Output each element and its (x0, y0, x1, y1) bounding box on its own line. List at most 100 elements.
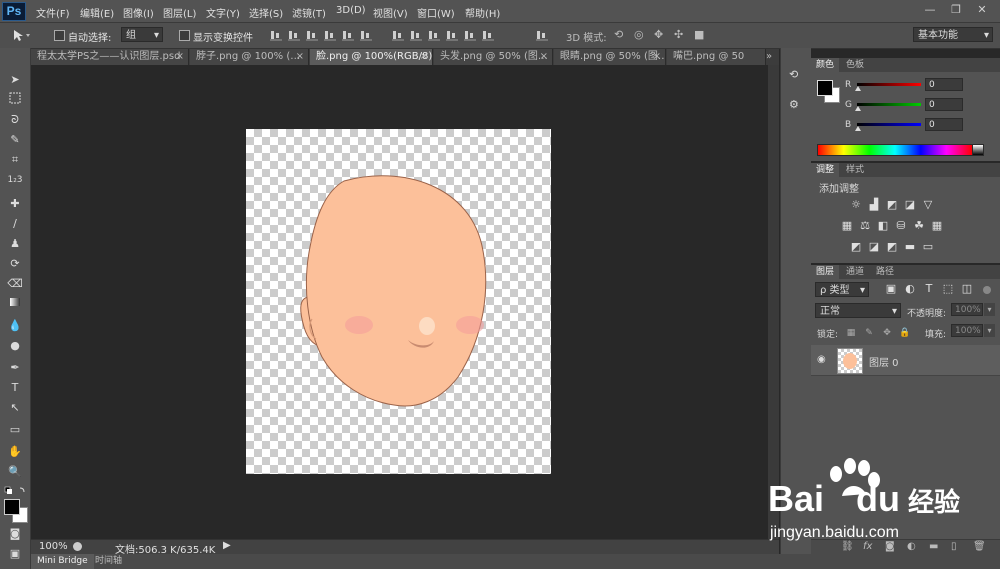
lock-position-icon[interactable]: ✥ (881, 327, 893, 339)
channel-slider-thumb[interactable] (855, 126, 861, 131)
menu-item[interactable]: 视图(V) (373, 5, 408, 20)
tab-close-icon[interactable]: × (296, 49, 304, 65)
channel-value-input[interactable]: 0 (925, 78, 963, 91)
foreground-color-swatch[interactable] (817, 80, 833, 96)
tab-styles[interactable]: 样式 (841, 163, 869, 177)
quick-mask-icon[interactable]: ◙ (6, 526, 24, 542)
rotate-3d-icon[interactable]: ⟲ (614, 29, 626, 41)
selective-color-icon[interactable]: ▬ (904, 241, 916, 253)
marquee-tool-icon[interactable] (6, 92, 24, 108)
roll-3d-icon[interactable]: ◎ (634, 29, 646, 41)
fill-slider-arrow-icon[interactable]: ▾ (984, 324, 995, 337)
tab-close-icon[interactable]: × (176, 49, 184, 65)
tab-paths[interactable]: 路径 (871, 265, 899, 279)
tab-layers[interactable]: 图层 (811, 265, 840, 279)
hue-saturation-icon[interactable]: ▦ (841, 220, 853, 232)
distribute-left-icon[interactable] (446, 29, 458, 41)
gradient-tool-icon[interactable] (6, 296, 24, 312)
filter-smart-object-icon[interactable]: ◫ (961, 283, 973, 295)
auto-align-icon[interactable] (536, 29, 548, 41)
curves-icon[interactable]: ◩ (886, 199, 898, 211)
document-tab[interactable]: 头发.png @ 50% (图… × (434, 49, 553, 65)
invert-icon[interactable]: ◩ (850, 241, 862, 253)
clone-stamp-tool-icon[interactable]: ♟ (6, 236, 24, 252)
menu-item[interactable]: 窗口(W) (417, 5, 455, 20)
status-info-icon[interactable] (73, 542, 82, 551)
properties-panel-icon[interactable]: ⚙ (789, 98, 803, 112)
color-spectrum-bar[interactable] (817, 144, 973, 156)
tab-channels[interactable]: 通道 (841, 265, 869, 279)
tab-close-icon[interactable]: × (420, 49, 428, 65)
filter-pixel-icon[interactable]: ▣ (885, 283, 897, 295)
lock-pixels-icon[interactable]: ✎ (863, 327, 875, 339)
restore-button[interactable]: ❐ (944, 2, 968, 18)
filter-type-icon[interactable]: T (923, 283, 935, 295)
channel-slider[interactable] (857, 83, 921, 86)
vibrance-icon[interactable]: ▽ (922, 199, 934, 211)
tab-mini-bridge[interactable]: Mini Bridge (31, 554, 94, 569)
layer-filter-dropdown[interactable]: ρ 类型 ▾ (815, 282, 869, 297)
document-tab[interactable]: 脸.png @ 100%(RGB/8) × (310, 49, 433, 65)
blend-mode-dropdown[interactable]: 正常 ▾ (815, 303, 901, 318)
distribute-right-icon[interactable] (482, 29, 494, 41)
slide-3d-icon[interactable]: ✣ (674, 29, 686, 41)
channel-value-input[interactable]: 0 (925, 118, 963, 131)
hand-tool-icon[interactable]: ✋ (6, 444, 24, 460)
visibility-eye-icon[interactable]: ◉ (817, 354, 826, 365)
channel-slider[interactable] (857, 103, 921, 106)
show-transform-checkbox[interactable] (179, 30, 190, 41)
auto-select-dropdown[interactable]: 组 ▾ (121, 27, 163, 42)
fill-input[interactable]: 100% (951, 324, 983, 337)
tab-color[interactable]: 颜色 (811, 58, 840, 72)
align-right-icon[interactable] (360, 29, 372, 41)
tab-adjustments[interactable]: 调整 (811, 163, 840, 177)
layer-row[interactable]: ◉ 图层 0 (811, 345, 1000, 376)
align-vcenter-icon[interactable] (288, 29, 300, 41)
menu-item[interactable]: 滤镜(T) (292, 5, 326, 20)
zoom-level[interactable]: 100% (39, 541, 68, 552)
default-colors-icon[interactable] (4, 486, 28, 496)
filter-toggle-icon[interactable] (983, 286, 991, 294)
menu-item[interactable]: 文字(Y) (206, 5, 240, 20)
count-tool-icon[interactable]: 1₂3 (6, 172, 24, 188)
tab-timeline[interactable]: 时间轴 (89, 554, 128, 569)
path-selection-tool-icon[interactable]: ↖ (6, 400, 24, 416)
document-tab[interactable]: 眼睛.png @ 50% (图… × (554, 49, 666, 65)
move-tool-preset-icon[interactable] (10, 27, 32, 43)
screen-mode-icon[interactable]: ▣ (6, 546, 24, 562)
auto-select-checkbox[interactable] (54, 30, 65, 41)
healing-brush-tool-icon[interactable]: ✚ (6, 196, 24, 212)
brush-tool-icon[interactable]: ∕ (6, 216, 24, 232)
scale-3d-icon[interactable]: ■ (694, 29, 706, 41)
drag-3d-icon[interactable]: ✥ (654, 29, 666, 41)
threshold-icon[interactable]: ◩ (886, 241, 898, 253)
align-bottom-icon[interactable] (306, 29, 318, 41)
opacity-input[interactable]: 100% (951, 303, 983, 316)
tab-close-icon[interactable]: × (540, 49, 548, 65)
distribute-top-icon[interactable] (392, 29, 404, 41)
filter-shape-icon[interactable]: ⬚ (942, 283, 954, 295)
black-white-ramp[interactable] (972, 144, 984, 156)
photo-filter-icon[interactable]: ⛁ (895, 220, 907, 232)
align-hcenter-icon[interactable] (342, 29, 354, 41)
document-tab[interactable]: 程太太学PS之——认识图层.psd × (31, 49, 189, 65)
menu-item[interactable]: 图层(L) (163, 5, 196, 20)
tab-close-icon[interactable]: × (653, 49, 661, 65)
lock-transparent-icon[interactable]: ▦ (845, 327, 857, 339)
menu-item[interactable]: 帮助(H) (465, 5, 500, 20)
quick-select-tool-icon[interactable]: ✎ (6, 132, 24, 148)
menu-item[interactable]: 编辑(E) (80, 5, 114, 20)
menu-item[interactable]: 图像(I) (123, 5, 154, 20)
filter-adjustment-icon[interactable]: ◐ (904, 283, 916, 295)
gradient-map-icon[interactable]: ▭ (922, 241, 934, 253)
eraser-tool-icon[interactable]: ⌫ (6, 276, 24, 292)
zoom-tool-icon[interactable]: 🔍 (6, 464, 24, 480)
dodge-tool-icon[interactable]: ● (6, 338, 24, 354)
levels-icon[interactable]: ▟ (868, 199, 880, 211)
channel-slider[interactable] (857, 123, 921, 126)
channel-slider-thumb[interactable] (855, 106, 861, 111)
distribute-hcenter-icon[interactable] (464, 29, 476, 41)
align-top-icon[interactable] (270, 29, 282, 41)
shape-tool-icon[interactable]: ▭ (6, 422, 24, 438)
minimize-button[interactable]: — (918, 2, 942, 18)
